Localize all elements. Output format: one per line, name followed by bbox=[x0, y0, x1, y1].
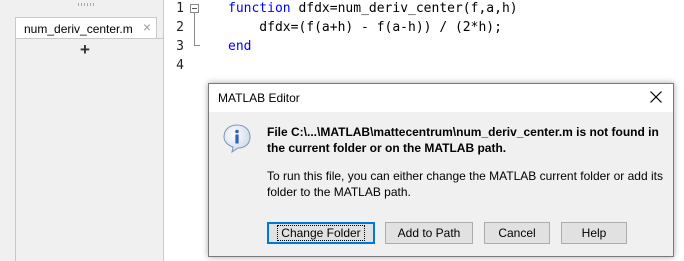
file-tab-label: num_deriv_center.m bbox=[24, 22, 133, 36]
info-icon bbox=[223, 124, 251, 153]
code-fold-toggle-icon[interactable] bbox=[190, 4, 199, 13]
change-folder-label: Change Folder bbox=[277, 225, 365, 241]
dialog-message-primary: File C:\...\MATLAB\mattecentrum\num_deri… bbox=[267, 125, 659, 155]
code-line-1[interactable]: function dfdx=num_deriv_center(f,a,h) bbox=[228, 1, 518, 16]
add-tab-button[interactable]: + bbox=[80, 40, 90, 60]
add-to-path-button[interactable]: Add to Path bbox=[385, 222, 473, 244]
panel-grip-handle[interactable] bbox=[78, 3, 94, 6]
line-number: 1 bbox=[176, 1, 184, 16]
line-number: 4 bbox=[176, 58, 184, 73]
keyword-function: function bbox=[228, 1, 291, 16]
close-icon[interactable] bbox=[648, 89, 664, 105]
code-line-2[interactable]: dfdx=(f(a+h) - f(a-h)) / (2*h); bbox=[228, 20, 502, 35]
file-panel: num_deriv_center.m × + bbox=[0, 0, 164, 261]
code-text: dfdx=num_deriv_center(f,a,h) bbox=[290, 1, 518, 16]
cancel-button[interactable]: Cancel bbox=[484, 222, 550, 244]
dialog-message-secondary: To run this file, you can either change … bbox=[267, 169, 663, 199]
tab-underline bbox=[15, 38, 163, 39]
fold-range-line bbox=[194, 13, 195, 45]
help-button[interactable]: Help bbox=[561, 222, 627, 244]
dialog-title: MATLAB Editor bbox=[218, 91, 300, 105]
close-tab-icon[interactable]: × bbox=[143, 19, 151, 35]
matlab-editor-dialog: MATLAB Editor File C:\...\MATLAB\mattece… bbox=[208, 83, 674, 257]
dialog-titlebar[interactable]: MATLAB Editor bbox=[209, 84, 673, 112]
panel-divider bbox=[15, 17, 16, 261]
code-text: dfdx=(f(a+h) - f(a-h)) / (2*h); bbox=[228, 20, 502, 35]
keyword-end: end bbox=[228, 39, 252, 54]
change-folder-button[interactable]: Change Folder bbox=[267, 222, 375, 244]
line-number: 3 bbox=[176, 39, 184, 54]
line-number: 2 bbox=[176, 20, 184, 35]
code-line-3[interactable]: end bbox=[228, 39, 251, 54]
fold-range-end bbox=[194, 45, 200, 46]
file-tab[interactable]: num_deriv_center.m × bbox=[15, 17, 157, 39]
